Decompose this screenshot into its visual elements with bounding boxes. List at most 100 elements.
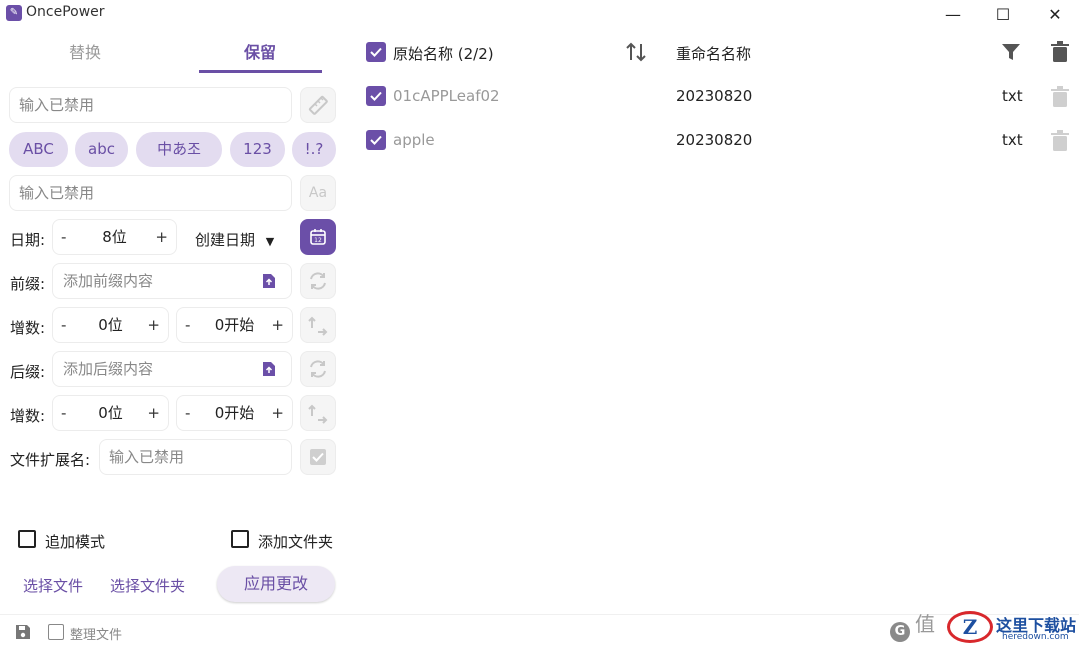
date-type-select[interactable]: 创建日期 ▼: [195, 229, 274, 250]
date-type-value: 创建日期: [195, 231, 256, 249]
watermark-logo: Z: [947, 611, 993, 643]
tab-keep[interactable]: 保留: [200, 40, 320, 70]
row-checkbox[interactable]: [366, 86, 386, 106]
delete-all-button[interactable]: [1051, 41, 1069, 67]
watermark-domain: heredown.com: [1002, 632, 1069, 642]
uppercase-chip[interactable]: ABC: [9, 132, 68, 167]
swap-icon: [308, 316, 328, 336]
suffix-start-stepper[interactable]: - 0开始 +: [176, 395, 293, 431]
minimize-button[interactable]: —: [928, 0, 978, 28]
prefix-digits-plus[interactable]: +: [147, 308, 160, 342]
suffix-refresh-button[interactable]: [300, 351, 336, 387]
calendar-button[interactable]: 12: [300, 219, 336, 255]
select-files-button[interactable]: 选择文件: [23, 575, 83, 596]
trash-icon: [1051, 41, 1069, 62]
font-case-icon: Aa: [308, 185, 328, 201]
append-mode-checkbox[interactable]: [18, 530, 36, 548]
apply-changes-button[interactable]: 应用更改: [217, 566, 335, 602]
row-delete-button[interactable]: [1051, 130, 1069, 156]
file-upload-icon: [263, 274, 275, 288]
original-name-header: 原始名称 (2/2): [393, 45, 494, 63]
watermark-glyph: 值: [915, 612, 935, 636]
row-renamed-name: 20230820: [676, 131, 753, 149]
cjk-chip[interactable]: 中あ조: [136, 132, 222, 167]
row-original-name: apple: [393, 131, 435, 149]
prefix-input[interactable]: 添加前缀内容: [52, 263, 292, 299]
add-folder-checkbox[interactable]: [231, 530, 249, 548]
row-renamed-name: 20230820: [676, 87, 753, 105]
tab-replace[interactable]: 替换: [25, 40, 145, 70]
organize-files-label: 整理文件: [70, 628, 123, 643]
date-digits-stepper[interactable]: - 8位 +: [52, 219, 177, 255]
rule-input[interactable]: 输入已禁用: [9, 87, 292, 123]
sort-button[interactable]: [624, 40, 648, 68]
trash-icon: [1051, 86, 1069, 107]
prefix-label: 前缀:: [10, 275, 46, 293]
row-delete-button[interactable]: [1051, 86, 1069, 112]
minimize-icon: —: [945, 4, 961, 24]
maximize-icon: ☐: [995, 4, 1011, 24]
chevron-down-icon: ▼: [265, 235, 275, 248]
extension-label: 文件扩展名:: [10, 451, 91, 469]
lowercase-chip[interactable]: abc: [75, 132, 128, 167]
date-plus-button[interactable]: +: [155, 220, 168, 254]
watermark-logo-letter: Z: [962, 615, 978, 639]
suffix-digits-plus[interactable]: +: [147, 396, 160, 430]
check-icon: [370, 47, 382, 57]
digits-chip[interactable]: 123: [230, 132, 285, 167]
suffix-increment-label: 增数:: [10, 407, 46, 425]
prefix-refresh-button[interactable]: [300, 263, 336, 299]
suffix-input[interactable]: 添加后缀内容: [52, 351, 292, 387]
save-icon: [16, 625, 30, 639]
row-checkbox[interactable]: [366, 130, 386, 150]
filter-icon: [1002, 44, 1020, 60]
app-logo-icon: ✎: [6, 5, 22, 21]
organize-files-checkbox[interactable]: [48, 624, 64, 640]
ruler-button[interactable]: [300, 87, 336, 123]
refresh-icon: [310, 272, 326, 290]
select-all-checkbox[interactable]: [366, 42, 386, 62]
maximize-button[interactable]: ☐: [978, 0, 1028, 28]
prefix-start-plus[interactable]: +: [271, 308, 284, 342]
renamed-name-header: 重命名名称: [676, 45, 752, 63]
suffix-start-plus[interactable]: +: [271, 396, 284, 430]
check-icon: [370, 91, 382, 101]
swap-icon: [308, 404, 328, 424]
font-case-button[interactable]: Aa: [300, 175, 336, 211]
row-original-name: 01cAPPLeaf02: [393, 87, 500, 105]
suffix-increment-swap-button[interactable]: [300, 395, 336, 431]
extension-confirm-button[interactable]: [300, 439, 336, 475]
refresh-icon: [310, 360, 326, 378]
ruler-icon: [308, 95, 328, 115]
prefix-file-button[interactable]: [262, 273, 276, 293]
suffix-file-button[interactable]: [262, 361, 276, 381]
append-mode-label: 追加模式: [45, 533, 106, 551]
check-icon: [370, 135, 382, 145]
prefix-start-stepper[interactable]: - 0开始 +: [176, 307, 293, 343]
select-folder-button[interactable]: 选择文件夹: [110, 575, 185, 596]
suffix-label: 后缀:: [10, 363, 46, 381]
calendar-icon: 12: [310, 229, 326, 245]
prefix-increment-label: 增数:: [10, 319, 46, 337]
date-label: 日期:: [10, 231, 46, 249]
row-extension: txt: [1002, 87, 1023, 105]
row-extension: txt: [1002, 131, 1023, 149]
svg-text:12: 12: [314, 237, 322, 244]
close-button[interactable]: ✕: [1030, 0, 1079, 28]
extension-input[interactable]: 输入已禁用: [99, 439, 292, 475]
save-button[interactable]: [14, 623, 32, 645]
file-upload-icon: [263, 362, 275, 376]
symbols-chip[interactable]: !.?: [292, 132, 336, 167]
filter-button[interactable]: [1001, 42, 1021, 66]
trash-icon: [1051, 130, 1069, 151]
prefix-digits-stepper[interactable]: - 0位 +: [52, 307, 169, 343]
app-title: OncePower: [26, 4, 105, 20]
prefix-increment-swap-button[interactable]: [300, 307, 336, 343]
add-folder-label: 添加文件夹: [258, 533, 334, 551]
active-tab-indicator: [199, 70, 322, 73]
case-input[interactable]: 输入已禁用: [9, 175, 292, 211]
suffix-digits-stepper[interactable]: - 0位 +: [52, 395, 169, 431]
checkbox-checked-icon: [310, 449, 326, 465]
sort-arrows-icon: [626, 42, 646, 62]
close-icon: ✕: [1048, 4, 1062, 24]
